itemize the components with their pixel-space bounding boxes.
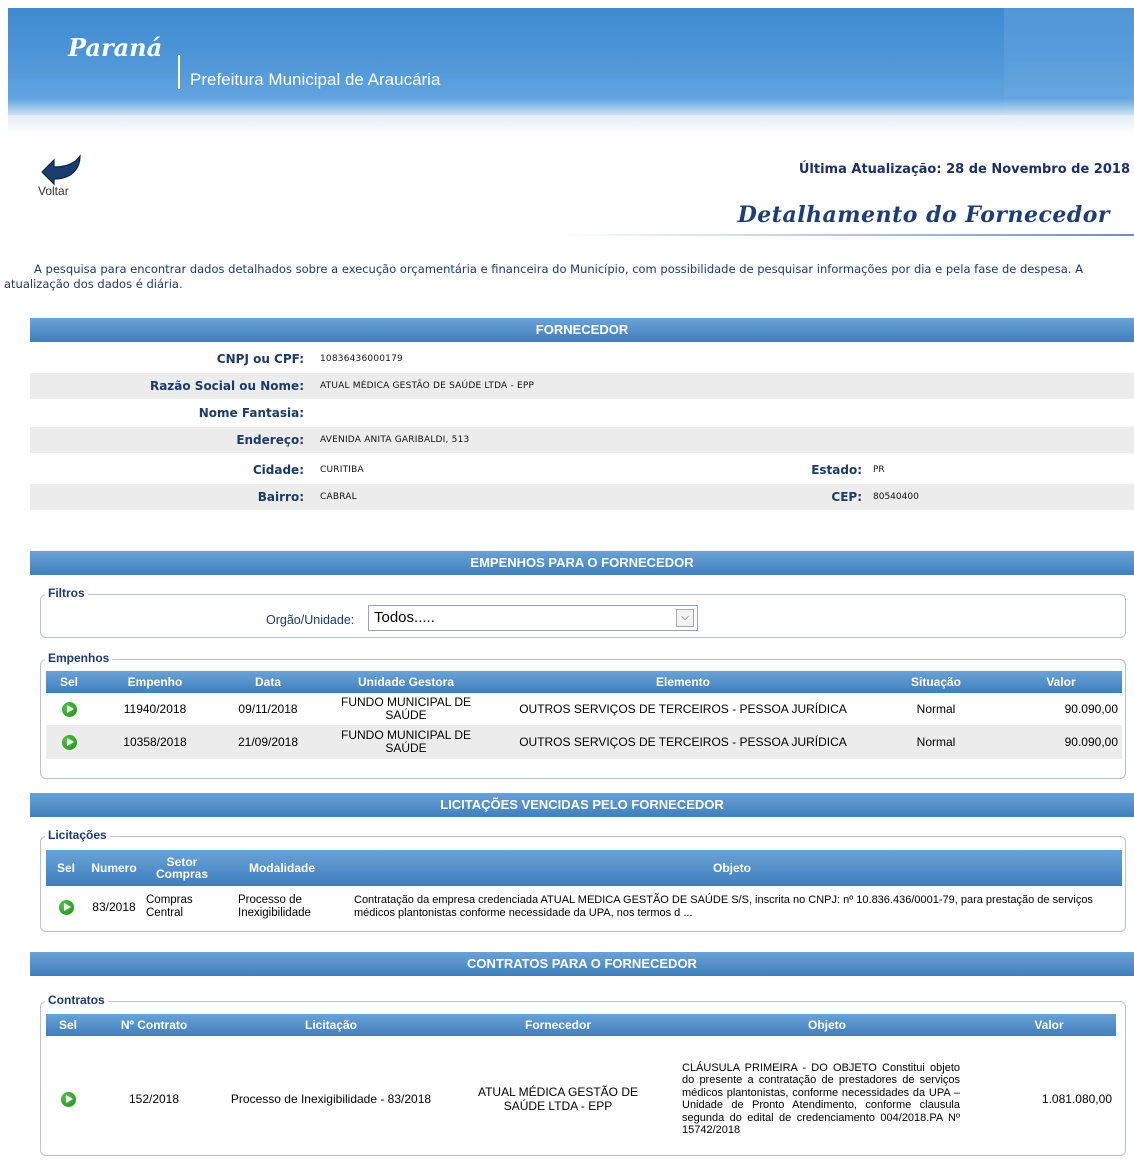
data-cell: 21/09/2018 <box>218 725 318 759</box>
col-empenho: Empenho <box>92 671 218 693</box>
info-row-fantasia: Nome Fantasia: <box>30 400 1134 426</box>
endereco-value: AVENIDA ANITA GARIBALDI, 513 <box>320 435 470 445</box>
situacao-cell: Normal <box>916 702 956 716</box>
col-fornecedor: Fornecedor <box>444 1014 672 1036</box>
col-sel: Sel <box>46 1014 90 1036</box>
title-underline <box>560 234 1134 236</box>
setor-cell: Compras Central <box>146 894 193 919</box>
empenho-cell: 10358/2018 <box>92 725 218 759</box>
estado-label: Estado: <box>811 463 862 477</box>
brand-subtitle: Prefeitura Municipal de Araucária <box>190 70 441 89</box>
filters-fieldset: Filtros Orgão/Unidade: Todos..... ⌵ <box>40 586 1126 638</box>
orgao-unidade-select[interactable]: Todos..... ⌵ <box>368 605 698 631</box>
info-row-cnpj: CNPJ ou CPF: 10836436000179 <box>30 346 1134 372</box>
col-numero-contrato: Nº Contrato <box>90 1014 218 1036</box>
modalidade-cell: Processo de Inexigibilidade <box>238 894 311 919</box>
elemento-cell: OUTROS SERVIÇOS DE TERCEIROS - PESSOA JU… <box>519 702 847 716</box>
col-sel: Sel <box>46 671 92 693</box>
orgao-unidade-selected: Todos..... <box>374 609 435 626</box>
numero-cell: 83/2018 <box>92 900 136 914</box>
chevron-down-icon[interactable]: ⌵ <box>676 609 694 627</box>
valor-cell: 90.090,00 <box>1000 725 1122 759</box>
col-setor-compras: Setor Compras <box>142 850 222 886</box>
info-row-bairro: Bairro: CABRAL CEP: 80540400 <box>30 484 1134 510</box>
situacao-cell: Normal <box>872 725 1000 759</box>
filters-legend: Filtros <box>45 586 88 600</box>
licitacoes-header-row: Sel Numero Setor Compras Modalidade Obje… <box>46 850 1122 886</box>
col-modalidade: Modalidade <box>222 850 342 886</box>
col-unidade-gestora: Unidade Gestora <box>318 671 494 693</box>
brand-separator <box>178 55 180 89</box>
header-sub-band <box>8 115 1134 135</box>
col-elemento: Elemento <box>494 671 872 693</box>
elemento-cell: OUTROS SERVIÇOS DE TERCEIROS - PESSOA JU… <box>494 725 872 759</box>
fantasia-label: Nome Fantasia: <box>198 406 304 420</box>
objeto-cell: Contratação da empresa credenciada ATUAL… <box>354 894 1093 919</box>
valor-cell: 1.081.080,00 <box>1041 1092 1112 1106</box>
col-valor: Valor <box>1000 671 1122 693</box>
empenhos-legend: Empenhos <box>45 651 113 665</box>
estado-value: PR <box>873 465 885 475</box>
cidade-value: CURITIBA <box>320 465 364 475</box>
empenhos-table: Sel Empenho Data Unidade Gestora Element… <box>46 671 1122 759</box>
cnpj-label: CNPJ ou CPF: <box>216 352 304 366</box>
data-cell: 09/11/2018 <box>238 702 298 716</box>
col-numero: Numero <box>86 850 142 886</box>
objeto-cell: CLÁUSULA PRIMEIRA - DO OBJETO Constitui … <box>682 1061 960 1137</box>
info-row-cidade: Cidade: CURITIBA Estado: PR <box>30 457 1134 483</box>
col-licitacao: Licitação <box>218 1014 444 1036</box>
intro-text: A pesquisa para encontrar dados detalhad… <box>4 262 1083 291</box>
info-row-razao: Razão Social ou Nome: ATUAL MÉDICA GESTÃ… <box>30 373 1134 399</box>
page-title: Detalhamento do Fornecedor <box>737 202 1110 228</box>
select-icon[interactable] <box>61 734 77 750</box>
licitacoes-legend: Licitações <box>45 828 110 842</box>
section-contratos: CONTRATOS PARA O FORNECEDOR <box>30 952 1134 976</box>
razao-label: Razão Social ou Nome: <box>149 379 304 393</box>
contrato-cell: 152/2018 <box>128 1092 180 1106</box>
col-data: Data <box>218 671 318 693</box>
col-situacao: Situação <box>872 671 1000 693</box>
section-empenhos: EMPENHOS PARA O FORNECEDOR <box>30 551 1134 575</box>
header-banner: Paraná Prefeitura Municipal de Araucária <box>8 8 1134 115</box>
table-row[interactable]: 83/2018 Compras Central Processo de Inex… <box>46 886 1122 928</box>
last-update: Última Atualização: 28 de Novembro de 20… <box>798 162 1130 177</box>
brand-logo-text: Paraná <box>68 33 163 62</box>
licitacoes-table: Sel Numero Setor Compras Modalidade Obje… <box>46 850 1122 928</box>
endereco-label: Endereço: <box>236 433 304 447</box>
info-row-endereco: Endereço: AVENIDA ANITA GARIBALDI, 513 <box>30 427 1134 453</box>
select-icon[interactable] <box>61 701 77 717</box>
bairro-label: Bairro: <box>257 490 304 504</box>
empenho-cell: 11940/2018 <box>123 702 187 716</box>
col-valor: Valor <box>982 1014 1116 1036</box>
table-row[interactable]: 152/2018 Processo de Inexigibilidade - 8… <box>46 1036 1116 1162</box>
fornecedor-cell: ATUAL MÉDICA GESTÃO DE SAÚDE LTDA - EPP <box>477 1085 639 1113</box>
col-objeto: Objeto <box>672 1014 982 1036</box>
cep-label: CEP: <box>831 490 862 504</box>
banner-fade <box>8 99 1134 115</box>
cnpj-value: 10836436000179 <box>320 354 403 364</box>
section-licitacoes: LICITAÇÕES VENCIDAS PELO FORNECEDOR <box>30 793 1134 817</box>
table-row[interactable]: 11940/2018 09/11/2018 FUNDO MUNICIPAL DE… <box>46 693 1122 725</box>
unidade-cell: FUNDO MUNICIPAL DE SAÚDE <box>318 725 494 759</box>
contratos-legend: Contratos <box>45 993 108 1007</box>
back-arrow-icon <box>41 154 81 186</box>
contratos-table: Sel Nº Contrato Licitação Fornecedor Obj… <box>46 1014 1116 1162</box>
bairro-value: CABRAL <box>320 492 357 502</box>
contratos-header-row: Sel Nº Contrato Licitação Fornecedor Obj… <box>46 1014 1116 1036</box>
orgao-unidade-label: Orgão/Unidade: <box>266 613 355 627</box>
valor-cell: 90.090,00 <box>1064 702 1118 716</box>
section-fornecedor: FORNECEDOR <box>30 318 1134 342</box>
col-sel: Sel <box>46 850 86 886</box>
unidade-cell: FUNDO MUNICIPAL DE SAÚDE <box>340 695 471 722</box>
empenhos-header-row: Sel Empenho Data Unidade Gestora Element… <box>46 671 1122 693</box>
col-objeto: Objeto <box>342 850 1122 886</box>
licitacao-cell: Processo de Inexigibilidade - 83/2018 <box>230 1092 432 1106</box>
back-label[interactable]: Voltar <box>38 184 69 198</box>
cidade-label: Cidade: <box>252 463 304 477</box>
select-icon[interactable] <box>58 899 74 915</box>
table-row[interactable]: 10358/2018 21/09/2018 FUNDO MUNICIPAL DE… <box>46 725 1122 759</box>
razao-value: ATUAL MÉDICA GESTÃO DE SAÚDE LTDA - EPP <box>320 381 535 391</box>
cep-value: 80540400 <box>873 492 919 502</box>
select-icon[interactable] <box>60 1091 76 1107</box>
